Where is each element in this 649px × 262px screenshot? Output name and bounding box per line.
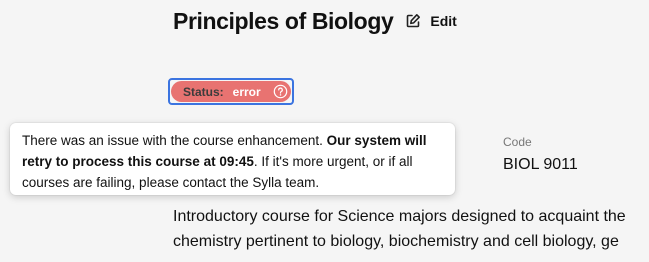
- description-line: Introductory course for Science majors d…: [173, 208, 626, 225]
- status-key: Status:: [183, 84, 224, 99]
- edit-label: Edit: [430, 13, 457, 29]
- code-label: Code: [503, 135, 532, 149]
- status-badge[interactable]: Status: error: [168, 78, 294, 105]
- pencil-square-icon: [407, 14, 421, 28]
- question-circle-icon[interactable]: [273, 84, 288, 99]
- status-tooltip: There was an issue with the course enhan…: [10, 123, 455, 195]
- status-value: error: [232, 84, 261, 99]
- edit-button[interactable]: Edit: [405, 13, 457, 29]
- page-title: Principles of Biology: [173, 7, 394, 34]
- status-pill: Status: error: [171, 81, 291, 102]
- code-value: BIOL 9011: [503, 156, 578, 173]
- course-description: Introductory course for Science majors d…: [173, 204, 649, 254]
- course-header: Principles of Biology Edit: [173, 6, 457, 36]
- tooltip-text-start: There was an issue with the course enhan…: [22, 133, 327, 148]
- description-line: chemistry pertinent to biology, biochemi…: [173, 233, 619, 250]
